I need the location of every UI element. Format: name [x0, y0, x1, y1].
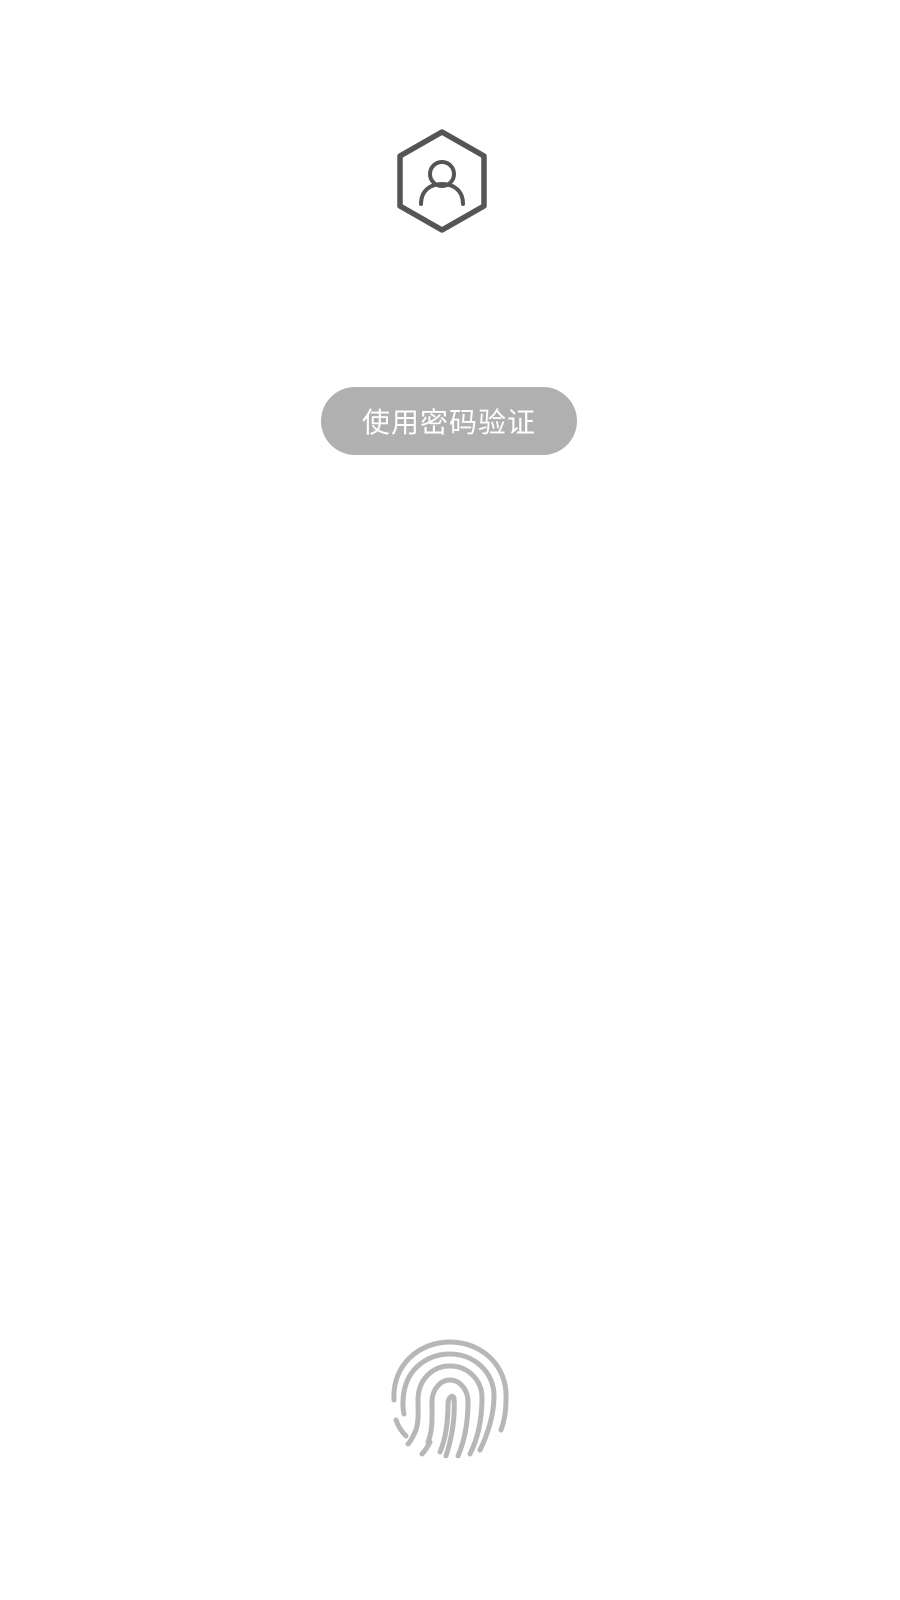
- lock-screen: 使用密码验证: [0, 0, 900, 1600]
- fingerprint-icon[interactable]: [388, 1334, 512, 1458]
- verify-with-password-button[interactable]: 使用密码验证: [321, 387, 577, 455]
- hexagon-user-icon: [395, 128, 489, 234]
